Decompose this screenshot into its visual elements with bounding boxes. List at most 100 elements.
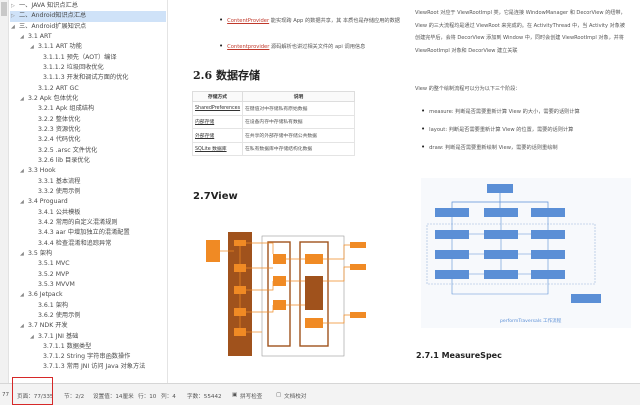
table-row: 内部存储 在设备内存中存储私有数据 — [192, 114, 355, 129]
toc-item[interactable]: 3.6.2 使用示例 — [10, 311, 166, 321]
diagram-node — [484, 208, 518, 217]
flow-node — [305, 318, 323, 328]
toc-item[interactable]: 3.7.1.2 String 字符串函数操作 — [10, 352, 166, 362]
flow-node — [305, 276, 323, 310]
toc-item[interactable]: 3.2.6 lib 目录优化 — [10, 156, 166, 166]
toc-item[interactable]: ◢ 3.1 ART — [10, 32, 166, 42]
toc-item[interactable]: ▷ 二、Android知识点汇总 — [10, 11, 166, 22]
toc-item-label: 3.5.1 MVC — [38, 260, 70, 268]
flow-node — [206, 240, 220, 262]
table-cell: SharedPreferences — [192, 101, 243, 116]
paragraph-line: ViewRoot 对应于 ViewRootImpl 类，它是连接 WindowM… — [415, 10, 626, 16]
table-cell: 在私有数据库中存储结构化数据 — [242, 141, 355, 156]
toc-item[interactable]: 3.2.4 代码优化 — [10, 135, 166, 145]
toc-item[interactable]: 3.3.1 基本流程 — [10, 177, 166, 187]
toc-item[interactable]: 3.7.1.3 常用 JNI 访问 Java 对象方法 — [10, 362, 166, 372]
toc-scrollbar-thumb[interactable] — [1, 2, 7, 16]
collapse-arrow-icon[interactable]: ◢ — [20, 197, 28, 207]
expand-arrow-icon[interactable]: ▷ — [11, 1, 19, 11]
table-cell: 在设备内存中存储私有数据 — [242, 114, 355, 129]
toc-item[interactable]: 3.5.2 MVP — [10, 270, 166, 280]
doc-bullet-text: 源码解析也讲过相关文件的 api 调用信息 — [269, 44, 366, 50]
toc-item[interactable]: ◢ 3.7.1 JNI 基础 — [10, 332, 166, 342]
collapse-arrow-icon[interactable]: ◢ — [30, 332, 38, 342]
table-row: SQLite 数据库 在私有数据库中存储结构化数据 — [192, 141, 355, 156]
paragraph-line: ViewRootImpl 对象和 DecorView 建立关联 — [415, 47, 518, 54]
collapse-arrow-icon[interactable]: ◢ — [11, 22, 19, 32]
toc-item-label: 3.4.2 常用的自定义混淆规则 — [38, 218, 118, 226]
toc-item[interactable]: ◢ 三、Android扩展知识点 — [10, 22, 166, 32]
toc-item[interactable]: ◢ 3.1.1 ART 功能 — [10, 42, 166, 52]
toc-item[interactable]: ◢ 3.6 Jetpack — [10, 290, 166, 300]
diagram-node — [531, 230, 565, 239]
flow-node — [350, 242, 366, 248]
table-cell-text: 在共享的外部存储中存储公共数据 — [245, 133, 317, 139]
table-cell-text: SharedPreferences — [195, 105, 241, 111]
table-cell-text: 在设备内存中存储私有数据 — [245, 120, 303, 126]
collapse-arrow-icon[interactable]: ◢ — [20, 94, 28, 104]
doc-bullet: Contentprovider 源码解析也讲过相关文件的 api 调用信息 — [219, 42, 365, 50]
collapse-arrow-icon[interactable]: ◢ — [20, 166, 28, 176]
diagram-node — [531, 250, 565, 259]
toc-item-label: 3.2.4 代码优化 — [38, 136, 81, 144]
toc-item-label: 3.4.1 公共模板 — [38, 208, 81, 216]
toc-item[interactable]: 3.4.3 aar 中增加独立的混淆配置 — [10, 228, 166, 238]
table-cell-text: SQLite 数据库 — [195, 147, 227, 153]
collapse-arrow-icon[interactable]: ◢ — [20, 290, 28, 300]
collapse-arrow-icon[interactable]: ◢ — [20, 32, 28, 42]
status-proofread[interactable]: 文档校对 — [284, 392, 306, 400]
toc-item[interactable]: 3.2.3 资源优化 — [10, 125, 166, 135]
toc-item[interactable]: ◢ 3.2 Apk 包体优化 — [10, 94, 166, 104]
status-words[interactable]: 字数：55442 — [187, 392, 222, 400]
collapse-arrow-icon[interactable]: ◢ — [20, 321, 28, 331]
toc-item[interactable]: 3.6.1 架构 — [10, 301, 166, 311]
heading-2-7: 2.7View — [193, 191, 238, 202]
toc-item[interactable]: ◢ 3.7 NDK 开发 — [10, 321, 166, 331]
status-spellcheck[interactable]: 拼写检查 — [240, 392, 262, 400]
table-cell-text: 在私有数据库中存储结构化数据 — [245, 147, 313, 153]
expand-arrow-icon[interactable]: ▷ — [11, 11, 19, 21]
flow-node — [350, 264, 366, 270]
heading-2-7-1: 2.7.1 MeasureSpec — [416, 351, 502, 360]
spellcheck-icon[interactable]: ▣ — [232, 392, 237, 398]
toc-item[interactable]: 3.3.2 使用示例 — [10, 187, 166, 197]
toc-item[interactable]: 3.2.5 .arsc 文件优化 — [10, 146, 166, 156]
toc-item[interactable]: 3.4.2 常用的自定义混淆规则 — [10, 218, 166, 228]
toc-item[interactable]: 3.2.2 整体优化 — [10, 115, 166, 125]
doc-link[interactable]: Contentprovider — [227, 44, 269, 50]
doc-link[interactable]: ContentProvider — [227, 18, 269, 24]
table-row: 外部存储 在共享的外部存储中存储公共数据 — [192, 128, 355, 143]
toc-item[interactable]: ◢ 3.3 Hook — [10, 166, 166, 176]
toc-item[interactable]: 3.2.1 Apk 组成结构 — [10, 104, 166, 114]
proofread-icon[interactable]: ▢ — [276, 392, 281, 398]
toc-item[interactable]: 3.5.3 MVVM — [10, 280, 166, 290]
toc-item-label: 3.6 Jetpack — [28, 291, 63, 299]
toc-item-label: 3.1 ART — [28, 32, 52, 40]
toc-item[interactable]: 3.1.1.3 开发和调试方面的优化 — [10, 73, 166, 83]
toc-item[interactable]: ◢ 3.4 Proguard — [10, 197, 166, 207]
toc-item-label: 3.7.1.3 常用 JNI 访问 Java 对象方法 — [43, 363, 146, 371]
toc-item-label: 3.2.6 lib 目录优化 — [38, 156, 90, 164]
toc-list: ▷ 一、JAVA 知识点汇总 ▷ 二、Android知识点汇总 ◢ 三、Android扩展… — [10, 1, 166, 373]
diagram-node — [435, 208, 469, 217]
toc-item[interactable]: 3.5.1 MVC — [10, 259, 166, 269]
status-line: 77 — [2, 392, 10, 398]
toc-item[interactable]: 3.7.1.1 数据类型 — [10, 342, 166, 352]
toc-item-label: 3.2.5 .arsc 文件优化 — [38, 146, 98, 154]
collapse-arrow-icon[interactable]: ◢ — [30, 42, 38, 52]
toc-item[interactable]: 3.1.1.1 预先（AOT）编译 — [10, 53, 166, 63]
toc-item[interactable]: 3.1.1.2 垃圾回收优化 — [10, 63, 166, 73]
toc-item-label: 3.3 Hook — [28, 167, 56, 175]
toc-item[interactable]: 3.4.1 公共模板 — [10, 208, 166, 218]
toc-item-label: 3.6.1 架构 — [38, 301, 69, 309]
table-cell-text: 外部存储 — [195, 133, 215, 139]
table-row: SharedPreferences 在键值对中存储私有原始数据 — [192, 101, 355, 116]
toc-item[interactable]: ◢ 3.5 架构 — [10, 249, 166, 259]
toc-scrollbar[interactable] — [0, 0, 9, 383]
toc-item[interactable]: 3.4.4 检查混淆和追踪异常 — [10, 239, 166, 249]
collapse-arrow-icon[interactable]: ◢ — [20, 249, 28, 259]
perform-traversals-diagram — [421, 178, 631, 328]
toc-item[interactable]: 3.1.2 ART GC — [10, 84, 166, 94]
diagram-node — [487, 184, 513, 193]
toc-item[interactable]: ▷ 一、JAVA 知识点汇总 — [10, 1, 166, 11]
